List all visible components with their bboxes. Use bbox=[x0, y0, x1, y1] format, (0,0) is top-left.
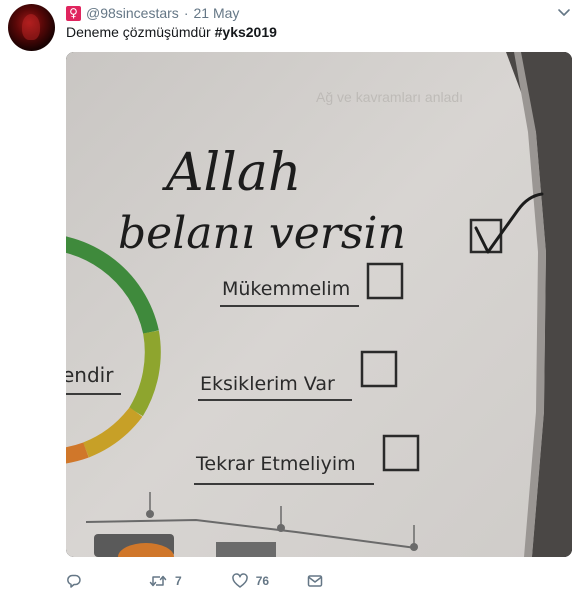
heart-icon bbox=[231, 573, 248, 588]
tweet-actions: 7 76 bbox=[66, 571, 323, 591]
tweet-photo[interactable]: Ağ ve kavramları anladı endir Allah bela… bbox=[66, 52, 572, 557]
tweet-text-prefix: Deneme çözmüşümdür bbox=[66, 24, 215, 40]
faint-text: Ağ ve kavramları anladı bbox=[316, 89, 463, 105]
option-label: Eksiklerim Var bbox=[200, 373, 335, 395]
retweet-count: 7 bbox=[175, 574, 182, 588]
tweet-header: ♀ @98sincestars · 21 May bbox=[66, 4, 239, 22]
separator-dot: · bbox=[183, 5, 189, 21]
envelope-icon bbox=[307, 575, 323, 587]
user-handle[interactable]: @98sincestars bbox=[86, 5, 179, 21]
handwriting-line1: Allah bbox=[162, 143, 301, 203]
tweet-text: Deneme çözmüşümdür #yks2019 bbox=[66, 24, 277, 40]
option-label: Mükemmelim bbox=[222, 278, 350, 300]
chevron-down-icon[interactable] bbox=[557, 6, 571, 20]
direct-message-button[interactable] bbox=[307, 573, 323, 589]
tweet-date[interactable]: 21 May bbox=[193, 5, 239, 21]
partial-word: endir bbox=[66, 363, 114, 387]
venus-icon: ♀ bbox=[66, 5, 81, 21]
option-label: Tekrar Etmeliyim bbox=[195, 453, 356, 475]
retweet-button[interactable]: 7 bbox=[149, 573, 182, 589]
avatar[interactable] bbox=[8, 4, 55, 51]
hashtag-link[interactable]: #yks2019 bbox=[215, 24, 277, 40]
reply-icon bbox=[67, 574, 81, 588]
handwriting-line2: belanı versin bbox=[118, 208, 406, 259]
tweet: ♀ @98sincestars · 21 May Deneme çözmüşüm… bbox=[0, 0, 583, 597]
retweet-icon bbox=[149, 575, 167, 587]
like-count: 76 bbox=[255, 574, 270, 588]
like-button[interactable]: 76 bbox=[231, 573, 270, 589]
reply-button[interactable] bbox=[66, 573, 82, 589]
